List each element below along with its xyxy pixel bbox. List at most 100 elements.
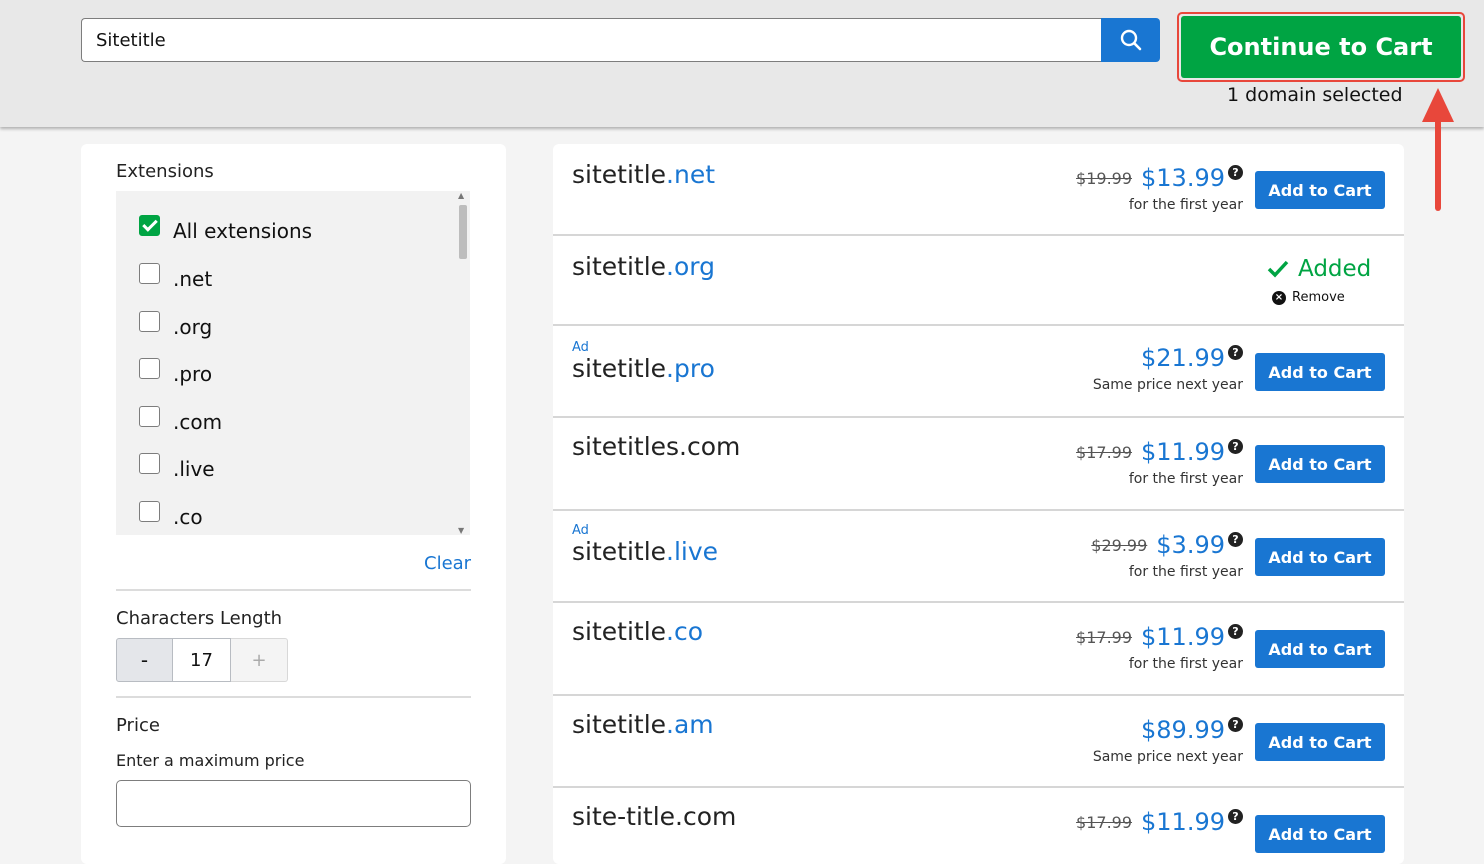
results-list: sitetitle.net $19.99 $13.99 ? for the fi… <box>553 144 1404 864</box>
price-block: $21.99 ? Same price next year <box>1093 344 1243 393</box>
old-price: $17.99 <box>1076 627 1133 647</box>
checkbox-checked[interactable] <box>139 214 160 236</box>
add-to-cart-button[interactable]: Add to Cart <box>1255 171 1385 209</box>
checkbox[interactable] <box>139 405 160 427</box>
add-to-cart-button[interactable]: Add to Cart <box>1255 630 1385 668</box>
domain-name: sitetitle.co <box>572 617 704 646</box>
add-to-cart-button[interactable]: Add to Cart <box>1255 353 1385 391</box>
add-to-cart-button[interactable]: Add to Cart <box>1255 445 1385 483</box>
checkbox[interactable] <box>139 262 160 284</box>
price-note: Same price next year <box>1092 749 1243 765</box>
decrement-button[interactable]: - <box>116 638 173 682</box>
divider <box>116 696 471 698</box>
price: $21.99 <box>1141 344 1225 372</box>
result-row: sitetitle.org Added × Remove <box>553 236 1404 326</box>
domain-name: sitetitle.pro <box>572 354 715 383</box>
help-icon[interactable]: ? <box>1228 623 1243 639</box>
domain-name: site-title.com <box>572 802 737 831</box>
result-row: sitetitles.com $17.99 $11.99 ? for the f… <box>553 418 1404 511</box>
help-icon[interactable]: ? <box>1228 344 1243 360</box>
help-icon[interactable]: ? <box>1228 164 1243 180</box>
search-icon <box>1120 29 1141 51</box>
checkbox[interactable] <box>139 310 160 332</box>
help-icon[interactable]: ? <box>1228 531 1243 547</box>
extension-label: .live <box>173 457 215 481</box>
price-note: for the first year <box>1128 564 1243 580</box>
price: $13.99 <box>1141 164 1225 192</box>
selected-count: 1 domain selected <box>1227 84 1403 106</box>
price-block: $89.99 ? Same price next year <box>1093 716 1243 765</box>
price-note: for the first year <box>1128 197 1243 213</box>
max-price-input[interactable] <box>117 781 467 825</box>
continue-to-cart-button[interactable]: Continue to Cart <box>1181 16 1461 78</box>
checkbox[interactable] <box>139 452 160 474</box>
domain-name: sitetitle.org <box>572 252 715 281</box>
extension-label: All extensions <box>173 219 313 243</box>
clear-link[interactable]: Clear <box>424 553 471 574</box>
price-title: Price <box>116 715 160 736</box>
old-price: $29.99 <box>1091 535 1148 555</box>
scroll-down-icon[interactable]: ▼ <box>458 526 464 535</box>
domain-name: sitetitle.am <box>572 710 714 739</box>
length-value[interactable]: 17 <box>173 638 231 682</box>
price: $11.99 <box>1141 623 1225 651</box>
result-row: sitetitle.co $17.99 $11.99 ? for the fir… <box>553 603 1404 696</box>
header-bar: Continue to Cart 1 domain selected <box>0 0 1484 127</box>
old-price: $17.99 <box>1076 812 1133 832</box>
remove-icon: × <box>1272 290 1286 305</box>
added-label: Added <box>1298 256 1372 282</box>
help-icon[interactable]: ? <box>1228 808 1243 824</box>
extension-option-net[interactable]: .net <box>139 262 213 293</box>
increment-button[interactable]: + <box>231 638 288 682</box>
price-note: for the first year <box>1128 656 1243 672</box>
extension-label: .com <box>173 410 223 434</box>
price-block: $17.99 $11.99 ? for the first year <box>1076 623 1243 672</box>
extensions-scrollbar[interactable]: ▲ ▼ <box>456 191 470 535</box>
divider <box>116 589 471 591</box>
extension-option-live[interactable]: .live <box>139 452 215 483</box>
extension-option-org[interactable]: .org <box>139 310 212 341</box>
result-row: sitetitle.am $89.99 ? Same price next ye… <box>553 696 1404 788</box>
add-to-cart-button[interactable]: Add to Cart <box>1255 723 1385 761</box>
search-box[interactable] <box>81 18 1101 62</box>
extension-option-all[interactable]: All extensions <box>139 214 313 245</box>
scroll-up-icon[interactable]: ▲ <box>458 191 464 200</box>
max-price-field[interactable] <box>116 780 471 827</box>
price-block: $29.99 $3.99 ? for the first year <box>1091 531 1243 580</box>
domain-name: sitetitles.com <box>572 432 741 461</box>
search-input[interactable] <box>82 19 1090 61</box>
add-to-cart-button[interactable]: Add to Cart <box>1255 815 1385 853</box>
filter-panel: Extensions All extensions .net .org .pro… <box>81 144 506 864</box>
checkbox[interactable] <box>139 357 160 379</box>
extension-option-pro[interactable]: .pro <box>139 357 212 388</box>
added-status: Added × Remove <box>1267 256 1371 305</box>
old-price: $17.99 <box>1076 442 1133 462</box>
extension-option-co[interactable]: .co <box>139 500 203 531</box>
length-stepper: - 17 + <box>116 638 288 682</box>
price-note: for the first year <box>1128 471 1243 487</box>
continue-highlight-box: Continue to Cart <box>1177 12 1465 82</box>
extension-option-com[interactable]: .com <box>139 405 223 436</box>
extensions-list[interactable]: All extensions .net .org .pro .com .live… <box>116 191 470 535</box>
arrow-up-icon <box>1422 88 1454 211</box>
checkbox[interactable] <box>139 500 160 522</box>
price: $89.99 <box>1141 716 1225 744</box>
search-button[interactable] <box>1101 18 1160 62</box>
add-to-cart-button[interactable]: Add to Cart <box>1255 538 1385 576</box>
extension-label: .co <box>173 505 203 529</box>
remove-button[interactable]: × Remove <box>1272 290 1371 305</box>
price-subtitle: Enter a maximum price <box>116 751 305 770</box>
extensions-title: Extensions <box>116 161 214 182</box>
extension-label: .net <box>173 267 213 291</box>
help-icon[interactable]: ? <box>1228 438 1243 454</box>
ad-tag: Ad <box>572 523 589 538</box>
result-row: Ad sitetitle.live $29.99 $3.99 ? for the… <box>553 511 1404 603</box>
result-row: sitetitle.net $19.99 $13.99 ? for the fi… <box>553 144 1404 236</box>
scroll-thumb[interactable] <box>459 205 467 259</box>
result-row: site-title.com $17.99 $11.99 ? Add to Ca… <box>553 788 1404 864</box>
price-block: $17.99 $11.99 ? for the first year <box>1076 438 1243 487</box>
price-note: Same price next year <box>1092 377 1243 393</box>
help-icon[interactable]: ? <box>1228 716 1243 732</box>
price-block: $19.99 $13.99 ? for the first year <box>1076 164 1243 213</box>
old-price: $19.99 <box>1076 168 1133 188</box>
